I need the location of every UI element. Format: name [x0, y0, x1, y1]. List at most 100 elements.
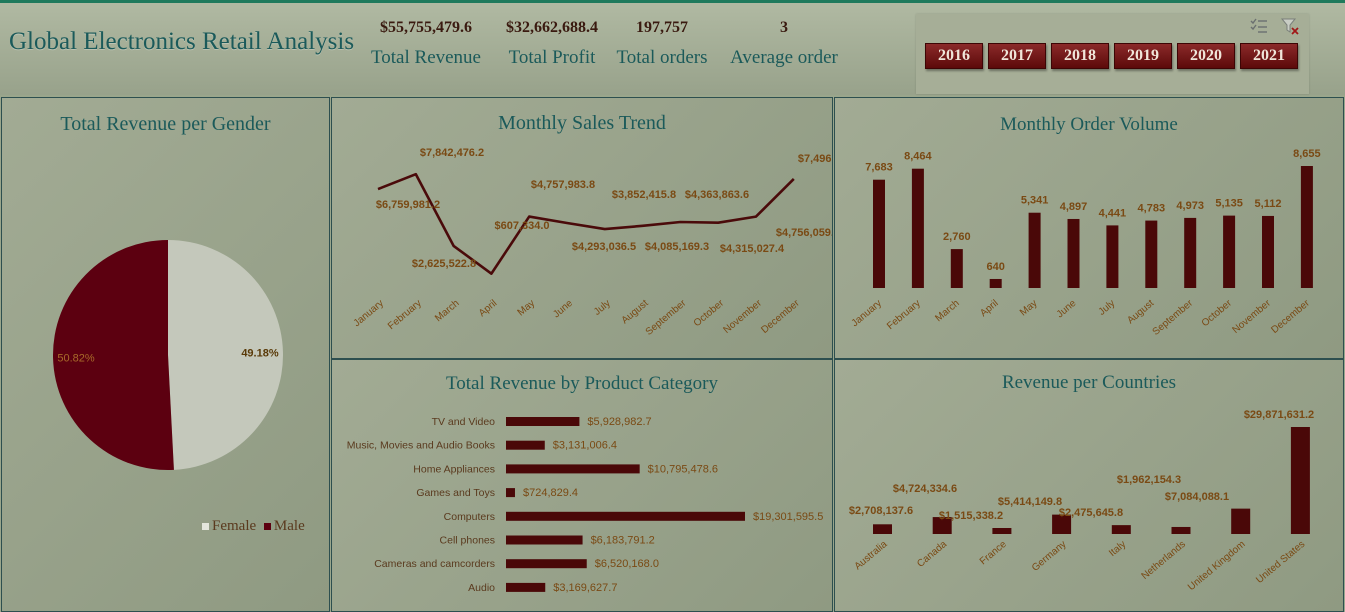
country-data-label: $1,515,338.2 [939, 510, 1003, 522]
year-button-2020[interactable]: 2020 [1177, 43, 1235, 69]
category-bar [506, 535, 583, 545]
multi-select-icon[interactable] [1249, 16, 1269, 36]
x-tick-label: April [477, 298, 499, 319]
kpi-value: $55,755,479.6 [380, 19, 472, 36]
sales-trend-chart: $6,759,981.2 $7,842,476.2 $2,625,522.8 $607… [352, 147, 832, 338]
category-data-label: $5,928,982.7 [587, 416, 651, 428]
sales-data-label: $4,085,169.3 [645, 241, 709, 253]
country-data-label: $2,475,645.8 [1059, 507, 1123, 519]
sales-data-label: $4,756,059.9 [776, 227, 832, 239]
clear-filter-icon[interactable] [1280, 16, 1300, 36]
kpi-total-orders: 197,757 Total orders [612, 19, 712, 69]
category-data-label: $6,183,791.2 [591, 535, 655, 547]
order-data-label: 5,112 [1255, 198, 1282, 210]
kpi-value: 3 [780, 19, 788, 36]
order-data-label: 640 [987, 261, 1005, 273]
sales-data-label: $2,625,522.8 [412, 258, 476, 270]
x-tick-label: February [386, 298, 424, 332]
country-data-label: $1,962,154.3 [1117, 474, 1181, 486]
category-data-label: $3,131,006.4 [553, 440, 617, 452]
category-label: Audio [468, 582, 495, 594]
order-data-label: 8,655 [1293, 148, 1321, 160]
order-bar [873, 179, 885, 288]
order-data-label: 5,135 [1215, 198, 1243, 210]
order-volume-chart: 7,683 8,464 2,760 640 5,341 4,897 4,441 4,783 4,… [850, 148, 1321, 338]
order-data-label: 5,341 [1021, 195, 1049, 207]
pie-slice-label: 50.82% [57, 352, 95, 364]
category-bar [506, 440, 545, 450]
countries-panel: Revenue per Countries $2,708,137.6 Austra… [834, 359, 1344, 612]
year-button-2021[interactable]: 2021 [1240, 43, 1298, 69]
legend-swatch-female [202, 523, 209, 530]
country-bar [1111, 525, 1131, 534]
gender-chart-title: Total Revenue per Gender [60, 113, 271, 135]
country-bar [1231, 508, 1251, 534]
order-data-label: 2,760 [943, 231, 971, 243]
category-data-label: $19,301,595.5 [753, 511, 823, 523]
category-bar [506, 488, 515, 498]
x-tick-label: Canada [915, 539, 949, 570]
year-button-2017[interactable]: 2017 [988, 43, 1046, 69]
category-data-label: $10,795,478.6 [648, 463, 718, 475]
x-tick-label: February [885, 298, 923, 332]
x-tick-label: June [551, 298, 575, 321]
kpi-label: Total Revenue [371, 47, 481, 68]
x-tick-label: November [722, 297, 765, 336]
countries-chart: $2,708,137.6 Australia $4,724,334.6 Canada $… [849, 409, 1314, 593]
order-bar [1223, 215, 1236, 288]
sales-data-label: $4,757,983.8 [531, 179, 595, 191]
sales-data-label: $6,759,981.2 [376, 199, 440, 211]
country-data-label: $7,084,088.1 [1165, 491, 1229, 503]
legend-label-female: Female [212, 518, 257, 534]
order-bar [1262, 215, 1274, 288]
order-bar [1028, 212, 1041, 288]
order-bar [1106, 225, 1119, 288]
category-bar [506, 464, 640, 474]
dashboard-header: Global Electronics Retail Analysis $55,7… [0, 3, 1345, 95]
order-data-label: 4,441 [1099, 207, 1127, 219]
kpi-total-profit: $32,662,688.4 Total Profit [497, 19, 607, 69]
sales-data-label: $7,842,476.2 [420, 147, 484, 159]
x-tick-label: Australia [853, 539, 890, 573]
category-label: Games and Toys [416, 487, 495, 499]
order-volume-panel: Monthly Order Volume 7,683 8,464 2,760 640 5… [834, 97, 1344, 359]
sales-trend-panel: Monthly Sales Trend $6,759,981.2 $7,842,4… [331, 97, 833, 359]
country-data-label: $29,871,631.2 [1244, 409, 1314, 421]
order-bar [1300, 166, 1313, 288]
gender-pie-chart: 49.18% 50.82% [52, 240, 283, 471]
order-data-label: 7,683 [865, 162, 893, 174]
category-label: Home Appliances [413, 463, 495, 475]
category-bar [506, 582, 546, 592]
category-data-label: $3,169,627.7 [553, 582, 617, 594]
country-data-label: $2,708,137.6 [849, 505, 913, 517]
x-tick-label: April [978, 298, 1000, 319]
order-data-label: 4,783 [1138, 203, 1166, 215]
year-button-2019[interactable]: 2019 [1114, 43, 1172, 69]
x-tick-label: May [516, 298, 538, 319]
country-bar [873, 524, 892, 534]
x-tick-label: May [1018, 298, 1040, 319]
kpi-label: Average order [730, 47, 838, 68]
year-slicer: 2016 2017 2018 2019 2020 2021 [916, 14, 1309, 94]
x-tick-label: United Kingdom [1186, 539, 1248, 593]
year-button-2016[interactable]: 2016 [925, 43, 983, 69]
country-bar [1290, 427, 1310, 534]
x-tick-label: United States [1254, 539, 1307, 586]
kpi-value: $32,662,688.4 [506, 19, 598, 36]
x-tick-label: Netherlands [1140, 539, 1188, 582]
x-tick-label: March [433, 298, 461, 324]
product-category-panel: Total Revenue by Product Category TV and… [331, 359, 833, 612]
category-label: Cell phones [440, 535, 495, 547]
year-button-2018[interactable]: 2018 [1051, 43, 1109, 69]
x-tick-label: January [850, 298, 884, 329]
category-bar [506, 559, 587, 569]
x-tick-label: June [1055, 298, 1079, 321]
x-tick-label: Germany [1030, 539, 1069, 574]
dashboard-title: Global Electronics Retail Analysis [9, 28, 355, 55]
country-data-label: $5,414,149.8 [998, 496, 1062, 508]
order-data-label: 4,897 [1060, 201, 1088, 213]
category-label: TV and Video [432, 416, 496, 428]
order-data-label: 8,464 [904, 151, 932, 163]
x-tick-label: November [1231, 297, 1274, 336]
kpi-label: Total Profit [508, 47, 596, 68]
